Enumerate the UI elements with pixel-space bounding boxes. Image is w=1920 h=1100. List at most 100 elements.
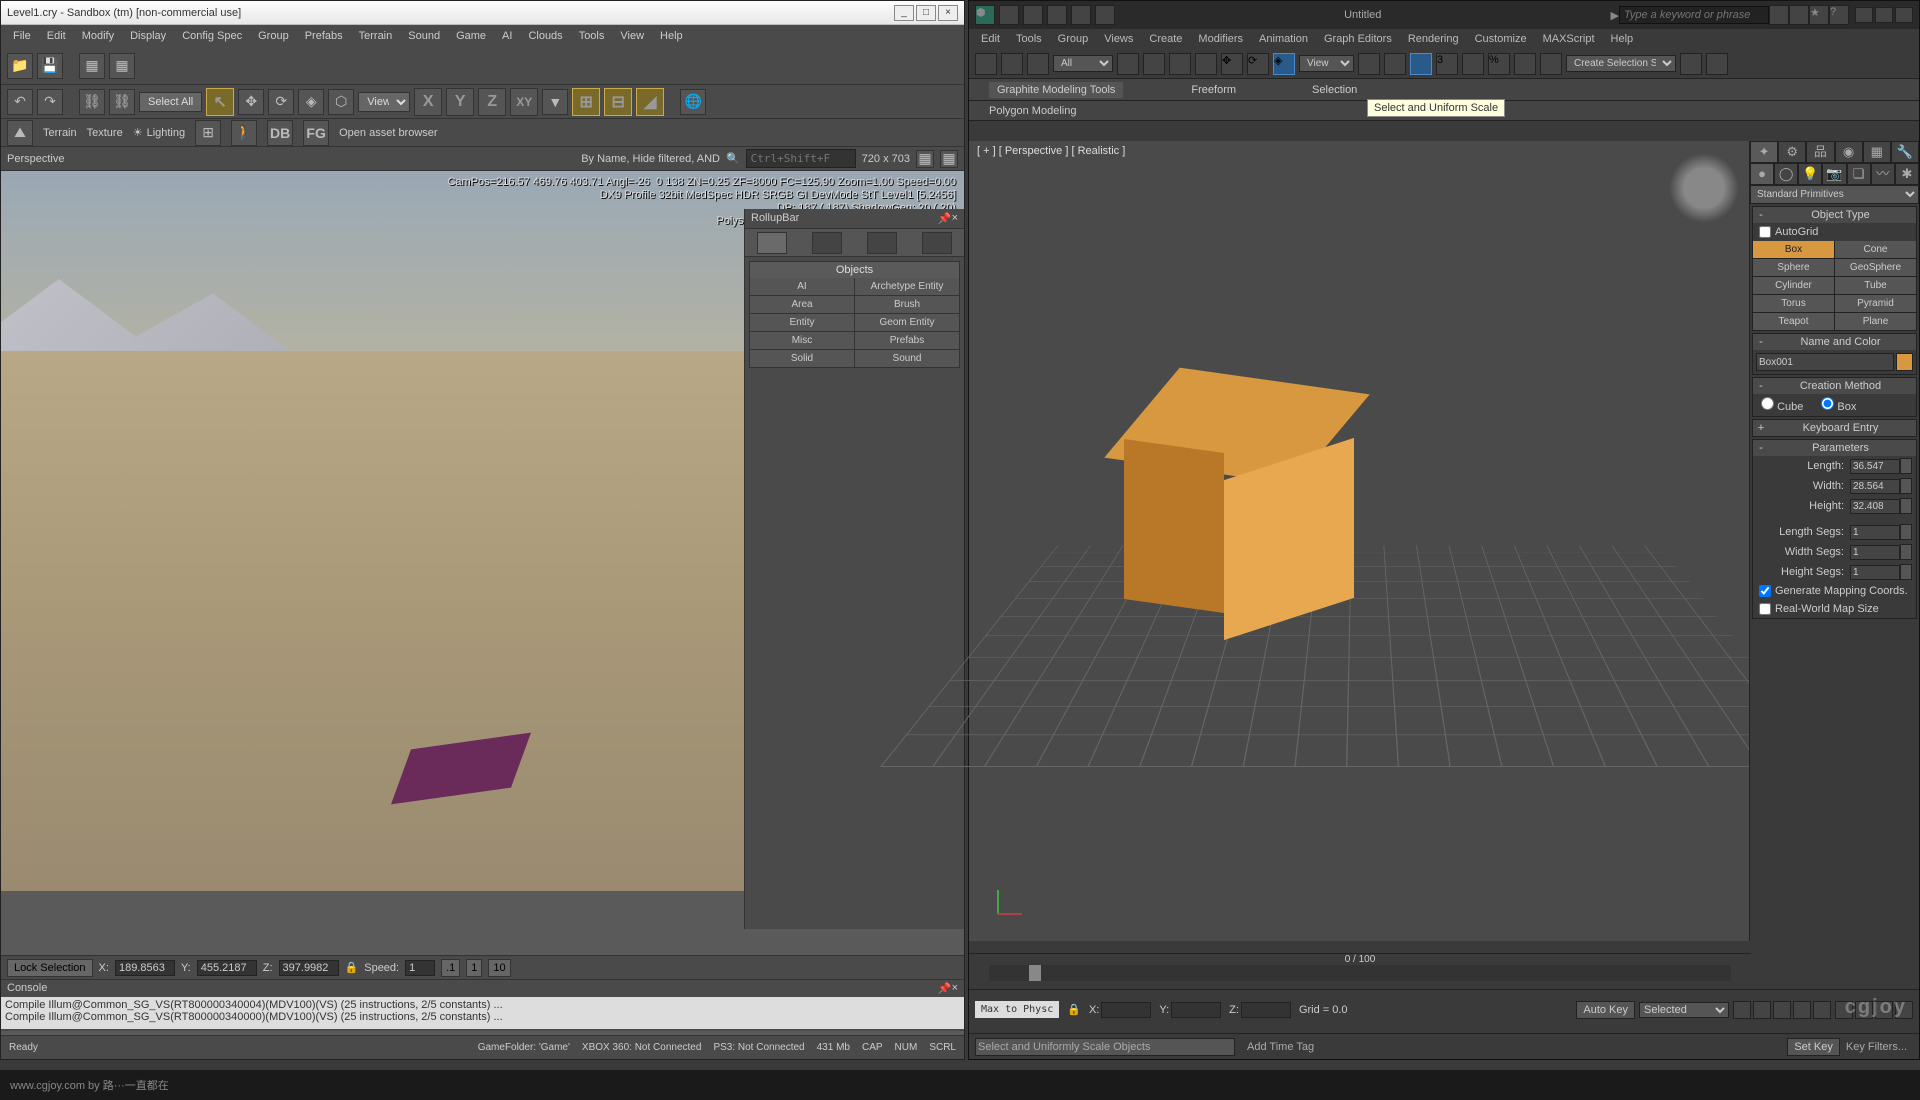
max-timeline[interactable]: 0 / 100 [969,953,1751,989]
menu-tools[interactable]: Tools [571,30,613,42]
ribbon-selection[interactable]: Selection [1304,82,1365,98]
space-icon[interactable]: 〰 [1871,163,1895,185]
cameras-icon[interactable]: 📷 [1822,163,1846,185]
display-tab-icon[interactable]: ▦ [1863,141,1891,163]
z-axis-button[interactable]: Z [478,88,506,116]
width-input[interactable] [1850,479,1900,494]
layout2-icon[interactable]: ▦ [109,53,135,79]
obj-prefabs[interactable]: Prefabs [855,332,959,349]
prim-sphere[interactable]: Sphere [1753,259,1834,276]
select-tool-icon[interactable] [1117,53,1139,75]
psnap-icon[interactable]: % [1488,53,1510,75]
select-name-icon[interactable] [1143,53,1165,75]
prim-plane[interactable]: Plane [1835,313,1916,330]
keymode-dropdown[interactable]: Selected [1639,1002,1729,1018]
box-object[interactable] [1124,381,1324,611]
help-search[interactable] [1619,6,1769,24]
undo2-icon[interactable] [1071,5,1091,25]
menu-help[interactable]: Help [652,30,691,42]
rollup-close-icon[interactable]: × [952,212,958,225]
max-menu-views[interactable]: Views [1096,33,1141,45]
db-icon[interactable]: DB [267,120,293,146]
max-menu-customize[interactable]: Customize [1467,33,1535,45]
rollup-tab-1[interactable] [757,232,787,254]
obj-solid[interactable]: Solid [750,350,854,367]
texture-label[interactable]: Texture [87,127,123,139]
helpers-icon[interactable]: ❏ [1847,163,1871,185]
max-menu-grapheditors[interactable]: Graph Editors [1316,33,1400,45]
filter-input[interactable] [746,149,856,168]
creation-header[interactable]: Creation Method [1767,380,1914,392]
y2-input[interactable] [1171,1002,1221,1018]
layer-icon[interactable] [1706,53,1728,75]
close-button[interactable]: × [938,5,958,21]
region-icon[interactable] [1169,53,1191,75]
select-all-button[interactable]: Select All [139,92,202,112]
menu-modify[interactable]: Modify [74,30,122,42]
hsegs-spinner[interactable] [1900,564,1912,580]
autokey-button[interactable]: Auto Key [1576,1001,1635,1019]
grid-snap-icon[interactable]: ⊞ [572,88,600,116]
y-input[interactable] [197,960,257,976]
obj-entity[interactable]: Entity [750,314,854,331]
prim-teapot[interactable]: Teapot [1753,313,1834,330]
terrain-label[interactable]: Terrain [43,127,77,139]
lock2-icon[interactable]: 🔒 [1067,1003,1081,1016]
xy-axis-button[interactable]: XY [510,88,538,116]
height-spinner[interactable] [1900,498,1912,514]
rollup-tab-3[interactable] [867,232,897,254]
viewport-label[interactable]: [ + ] [ Perspective ] [ Realistic ] [977,145,1125,157]
snap3-icon[interactable]: 3 [1436,53,1458,75]
speed-01[interactable]: .1 [441,959,460,977]
max-menu-create[interactable]: Create [1141,33,1190,45]
console-pin-icon[interactable]: 📌 [938,982,952,995]
asnap-icon[interactable] [1462,53,1484,75]
move-icon[interactable]: ✥ [238,89,264,115]
filter-dropdown[interactable]: All [1053,55,1113,72]
menu-ai[interactable]: AI [494,30,520,42]
pivot-icon[interactable] [1358,53,1380,75]
objtype-header[interactable]: Object Type [1767,209,1914,221]
help-icon1[interactable] [1769,5,1789,25]
maxscript-input[interactable]: Max to Physc [975,1001,1059,1018]
move2-icon[interactable]: ✥ [1221,53,1243,75]
lock-selection-button[interactable]: Lock Selection [7,959,93,977]
star-icon[interactable]: ★ [1809,5,1829,25]
hierarchy-tab-icon[interactable]: 品 [1806,141,1834,163]
max-menu-maxscript[interactable]: MAXScript [1535,33,1603,45]
prim-torus[interactable]: Torus [1753,295,1834,312]
redo2-icon[interactable] [1095,5,1115,25]
time-knob[interactable] [1029,965,1041,981]
select-icon[interactable]: ↖ [206,88,234,116]
help-icon2[interactable] [1789,5,1809,25]
named-selset[interactable]: Create Selection Se [1566,55,1676,72]
menu-display[interactable]: Display [122,30,174,42]
undo-icon[interactable]: ↶ [7,89,33,115]
help-icon3[interactable]: ? [1829,5,1849,25]
box-radio[interactable] [1821,397,1834,410]
lsegs-spinner[interactable] [1900,524,1912,540]
length-input[interactable] [1850,459,1900,474]
y-axis-button[interactable]: Y [446,88,474,116]
keyfilters-button[interactable]: Key Filters... [1846,1041,1907,1053]
x-axis-button[interactable]: X [414,88,442,116]
terrain-icon[interactable]: ⬡ [328,89,354,115]
unlink-icon[interactable]: ⛓ [109,89,135,115]
snap-grid-icon[interactable]: ⊞ [195,120,221,146]
menu-sound[interactable]: Sound [400,30,448,42]
obj-misc[interactable]: Misc [750,332,854,349]
menu-file[interactable]: File [5,30,39,42]
console-close-icon[interactable]: × [952,982,958,995]
max-close[interactable] [1895,7,1913,23]
link-icon[interactable]: ⛓ [79,89,105,115]
maximize-button[interactable]: □ [916,5,936,21]
new-icon[interactable] [999,5,1019,25]
goto-end-icon[interactable] [1813,1001,1831,1019]
params-header[interactable]: Parameters [1767,442,1914,454]
wsegs-spinner[interactable] [1900,544,1912,560]
expand-icon[interactable]: ▦ [940,150,958,168]
wsegs-input[interactable] [1850,545,1900,560]
minimize-button[interactable]: _ [894,5,914,21]
align-icon[interactable] [1680,53,1702,75]
bind-icon[interactable] [1027,53,1049,75]
